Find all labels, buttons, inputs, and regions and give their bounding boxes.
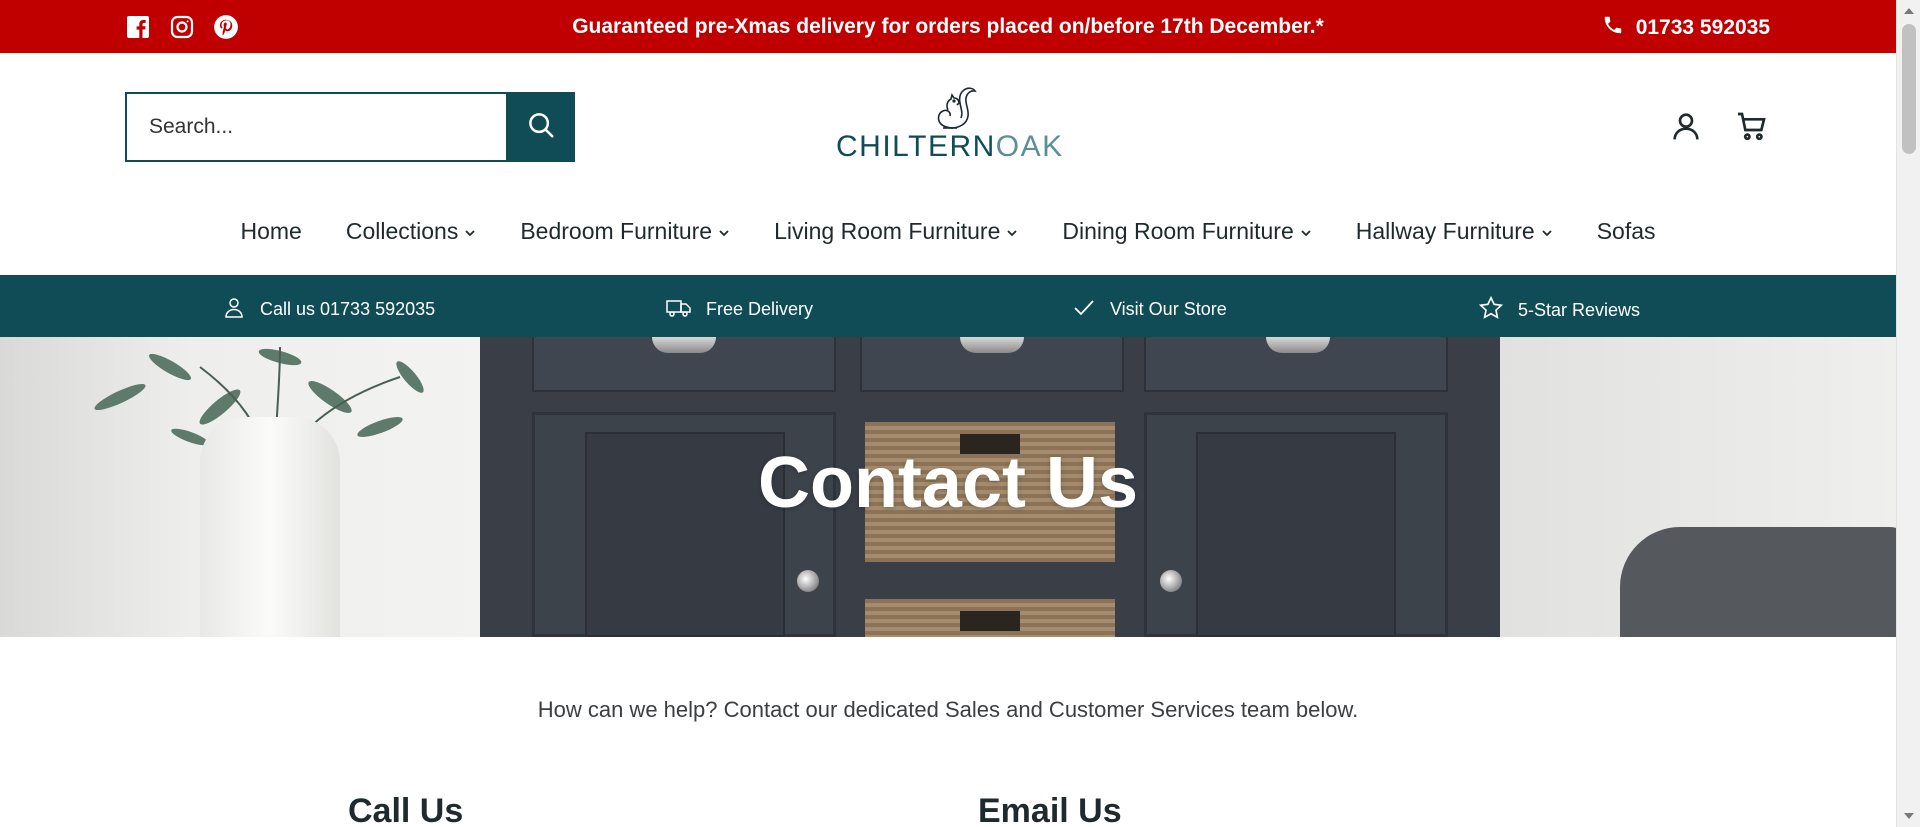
logo-main-text: CHILTERN: [836, 130, 996, 163]
door-knob: [1160, 570, 1182, 592]
nav-label: Living Room Furniture: [774, 218, 1001, 244]
drawer-handle: [1266, 337, 1330, 353]
wicker-basket-image: [865, 599, 1115, 637]
nav-item-sofas[interactable]: Sofas: [1597, 218, 1656, 245]
pinterest-icon[interactable]: [213, 14, 239, 40]
scrollbar-thumb[interactable]: [1902, 24, 1916, 154]
search-form: [125, 92, 575, 162]
nav-label: Sofas: [1596, 218, 1656, 244]
usp-bar: Call us 01733 592035 Free Delivery Visit…: [0, 275, 1896, 337]
search-input[interactable]: [125, 92, 506, 162]
usp-label: Free Delivery: [706, 299, 814, 319]
topbar-phone-link[interactable]: 01733 592035: [1602, 14, 1770, 42]
basket-handle-slot: [960, 611, 1020, 631]
announcement-bar: Guaranteed pre-Xmas delivery for orders …: [0, 0, 1896, 53]
usp-item-call[interactable]: Call us 01733 592035: [222, 295, 435, 324]
site-logo[interactable]: CHILTERNOAK: [836, 80, 1062, 164]
search-icon: [526, 110, 556, 145]
contact-intro-text: How can we help? Contact our dedicated S…: [537, 697, 1359, 722]
usp-item-delivery[interactable]: Free Delivery: [666, 295, 813, 324]
nav-label: Dining Room Furniture: [1062, 218, 1294, 244]
chevron-down-icon: [1300, 218, 1312, 245]
door-knob: [797, 570, 819, 592]
nav-item-collections[interactable]: Collections: [346, 218, 477, 245]
instagram-icon[interactable]: [169, 14, 195, 40]
search-button[interactable]: [506, 92, 575, 162]
social-links: [125, 14, 239, 40]
usp-label: Call us 01733 592035: [260, 299, 436, 319]
truck-icon: [666, 295, 692, 324]
scroll-up-arrow-icon[interactable]: [1904, 8, 1914, 14]
drawer-handle: [960, 337, 1024, 353]
nav-item-home[interactable]: Home: [240, 218, 301, 245]
chevron-down-icon: [1006, 218, 1018, 245]
nav-label: Bedroom Furniture: [520, 218, 713, 244]
usp-label: 5-Star Reviews: [1518, 300, 1641, 320]
nav-item-living-room-furniture[interactable]: Living Room Furniture: [774, 218, 1018, 245]
usp-label: Visit Our Store: [1110, 299, 1227, 319]
nav-item-hallway-furniture[interactable]: Hallway Furniture: [1356, 218, 1553, 245]
nav-item-dining-room-furniture[interactable]: Dining Room Furniture: [1062, 218, 1311, 245]
chevron-down-icon: [1541, 218, 1553, 245]
header-icons: [1668, 108, 1770, 144]
chevron-down-icon: [464, 218, 476, 245]
nav-label: Collections: [345, 218, 459, 244]
drawer-handle: [652, 337, 716, 353]
usp-item-store[interactable]: Visit Our Store: [1072, 295, 1227, 324]
star-icon: [1478, 295, 1504, 326]
nav-item-bedroom-furniture[interactable]: Bedroom Furniture: [520, 218, 730, 245]
throw-blanket-image: [1620, 527, 1896, 637]
person-icon: [222, 295, 246, 324]
hero-banner: Contact Us: [0, 337, 1896, 637]
facebook-icon[interactable]: [125, 14, 151, 40]
scroll-down-arrow-icon[interactable]: [1904, 813, 1914, 819]
usp-item-reviews[interactable]: 5-Star Reviews: [1478, 295, 1640, 326]
account-icon[interactable]: [1668, 108, 1704, 144]
logo-wordmark: CHILTERNOAK: [836, 130, 1062, 164]
call-us-heading: Call Us: [348, 792, 464, 827]
topbar-phone-number: 01733 592035: [1635, 16, 1770, 39]
cart-icon[interactable]: [1734, 108, 1770, 144]
squirrel-logo-icon: [937, 87, 977, 129]
nav-label: Hallway Furniture: [1355, 218, 1535, 244]
phone-icon: [1602, 14, 1624, 42]
page-title: Contact Us: [757, 443, 1139, 523]
email-us-heading: Email Us: [978, 792, 1122, 827]
checkmark-icon: [1072, 295, 1096, 324]
logo-light-text: OAK: [995, 130, 1064, 163]
main-nav: Home Collections Bedroom Furniture Livin…: [0, 218, 1896, 245]
chevron-down-icon: [718, 218, 730, 245]
vertical-scrollbar[interactable]: [1896, 0, 1920, 827]
nav-label: Home: [240, 218, 302, 244]
